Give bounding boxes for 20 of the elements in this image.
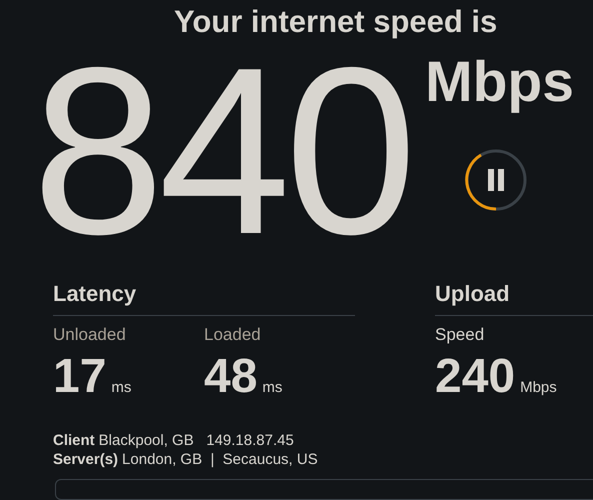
metric-unit: ms	[111, 378, 132, 398]
info-value: London, GB | Secaucus, US	[122, 450, 318, 469]
metric-value: 240	[435, 352, 516, 401]
info-label: Server(s)	[53, 450, 118, 469]
metric-label: Unloaded	[53, 326, 127, 343]
metric-value: 48	[204, 352, 258, 401]
metric-unit: Mbps	[520, 378, 557, 398]
speed-value: 840	[32, 44, 412, 259]
speed-unit: Mbps	[425, 54, 574, 111]
pause-icon	[486, 168, 506, 191]
section-title: Upload	[435, 282, 511, 305]
page-title: Your internet speed is	[174, 3, 498, 41]
section-title: Latency	[53, 282, 138, 305]
pause-button[interactable]	[465, 148, 528, 211]
info-value: Blackpool, GB 149.18.87.45	[98, 430, 294, 450]
metric-value: 17	[53, 352, 106, 401]
metric-label: Speed	[435, 326, 486, 343]
info-label: Client	[53, 430, 95, 450]
metric-unit: ms	[262, 378, 282, 398]
metric-label: Loaded	[204, 326, 262, 343]
